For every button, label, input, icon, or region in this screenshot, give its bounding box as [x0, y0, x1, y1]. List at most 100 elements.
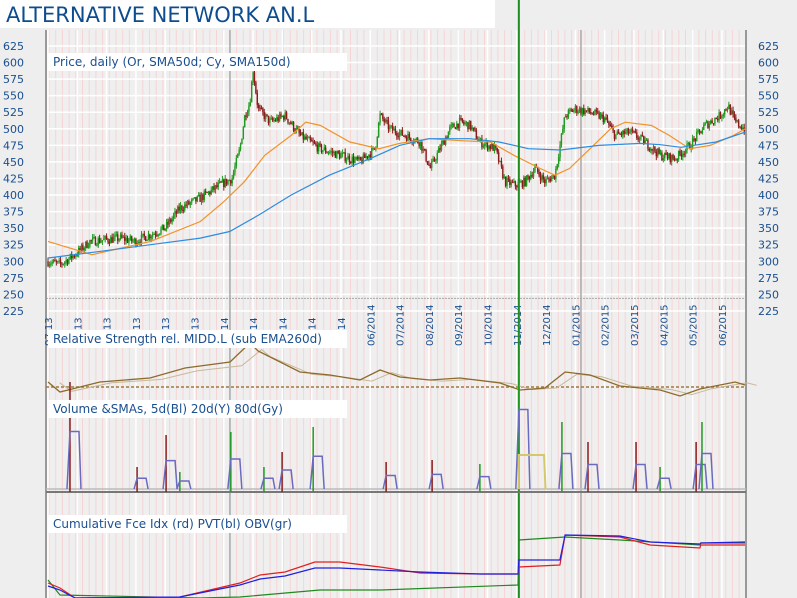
candle-body — [396, 133, 398, 137]
candle-body — [104, 236, 106, 239]
candle-body — [389, 126, 391, 130]
y-tick-label-left: 350 — [3, 222, 24, 235]
candle-body — [218, 181, 221, 183]
candle-body — [449, 126, 451, 132]
candle-body — [507, 178, 510, 180]
candle-body — [93, 237, 95, 239]
candle-body — [269, 119, 271, 124]
candle-body — [228, 180, 231, 182]
candle-body — [285, 112, 288, 120]
candle-body — [94, 237, 97, 246]
candle-body — [707, 121, 709, 128]
candle-body — [504, 176, 507, 186]
candle-body — [230, 180, 232, 184]
candle-body — [587, 107, 589, 111]
candle-body — [128, 240, 130, 243]
candle-body — [563, 117, 565, 129]
candle-body — [475, 130, 478, 139]
candle-body — [174, 211, 176, 216]
y-tick-label-left: 525 — [3, 106, 24, 119]
candle-body — [73, 255, 76, 257]
candle-body — [193, 197, 196, 199]
candle-body — [344, 152, 346, 162]
candle-body — [199, 194, 201, 202]
candle-body — [390, 125, 392, 127]
candle-body — [715, 118, 718, 120]
y-tick-label-right: 225 — [758, 305, 779, 318]
candle-body — [652, 146, 655, 151]
candle-body — [313, 142, 316, 144]
candle-body — [718, 112, 720, 121]
candle-body — [100, 241, 102, 243]
candle-body — [80, 244, 83, 250]
candle-body — [253, 72, 256, 83]
candle-body — [50, 263, 52, 265]
candle-body — [213, 186, 215, 190]
candle-body — [365, 156, 367, 158]
candle-body — [257, 104, 260, 108]
candle-body — [131, 236, 133, 242]
candle-body — [472, 127, 475, 129]
candle-body — [326, 152, 328, 154]
candle-body — [712, 123, 715, 125]
candle-body — [308, 137, 310, 139]
candle-body — [125, 238, 127, 241]
candle-body — [576, 106, 578, 113]
candle-body — [403, 135, 405, 137]
candle-body — [244, 115, 246, 128]
candle-body — [84, 241, 87, 248]
candle-body — [467, 122, 469, 130]
candle-body — [726, 109, 729, 111]
candle-body — [153, 233, 155, 235]
candle-body — [216, 185, 218, 188]
candle-body — [122, 236, 125, 238]
candle-body — [454, 127, 457, 130]
candle-body — [730, 110, 733, 115]
candle-body — [723, 109, 726, 115]
candle-body — [545, 179, 547, 184]
y-tick-label-left: 375 — [3, 206, 24, 219]
candle-body — [488, 145, 490, 150]
candle-body — [369, 154, 371, 158]
candle-body — [132, 240, 134, 242]
y-tick-label-left: 275 — [3, 272, 24, 285]
candle-body — [636, 132, 638, 138]
candle-body — [666, 155, 669, 159]
candle-body — [200, 194, 203, 202]
candle-body — [368, 154, 370, 158]
candle-body — [486, 141, 489, 150]
candle-body — [182, 209, 185, 211]
candle-body — [237, 154, 239, 158]
candle-body — [617, 131, 620, 134]
candle-body — [602, 114, 605, 123]
candle-body — [256, 93, 258, 105]
x-tick-label: 12/2014 — [542, 304, 553, 346]
candle-body — [711, 120, 713, 124]
candle-body — [668, 153, 670, 159]
candle-body — [447, 131, 450, 138]
y-tick-label-right: 450 — [758, 156, 779, 169]
candle-body — [68, 258, 70, 264]
candle-body — [630, 129, 632, 132]
y-tick-label-left: 400 — [3, 189, 24, 202]
candle-body — [317, 143, 320, 152]
candle-body — [525, 175, 528, 186]
candle-body — [714, 118, 716, 124]
candle-body — [231, 178, 233, 184]
candle-body — [626, 128, 628, 132]
candle-body — [274, 120, 277, 122]
candle-body — [559, 144, 561, 158]
candle-body — [440, 143, 443, 151]
candle-body — [195, 197, 197, 202]
candle-body — [191, 199, 193, 203]
candle-body — [532, 171, 535, 177]
candle-body — [701, 129, 704, 134]
candle-body — [112, 237, 115, 243]
candle-body — [350, 161, 352, 163]
candle-body — [188, 201, 190, 205]
y-tick-label-left: 550 — [3, 90, 24, 103]
candle-body — [338, 153, 341, 159]
candle-body — [710, 120, 712, 124]
candle-body — [676, 159, 678, 161]
candle-body — [137, 242, 140, 244]
